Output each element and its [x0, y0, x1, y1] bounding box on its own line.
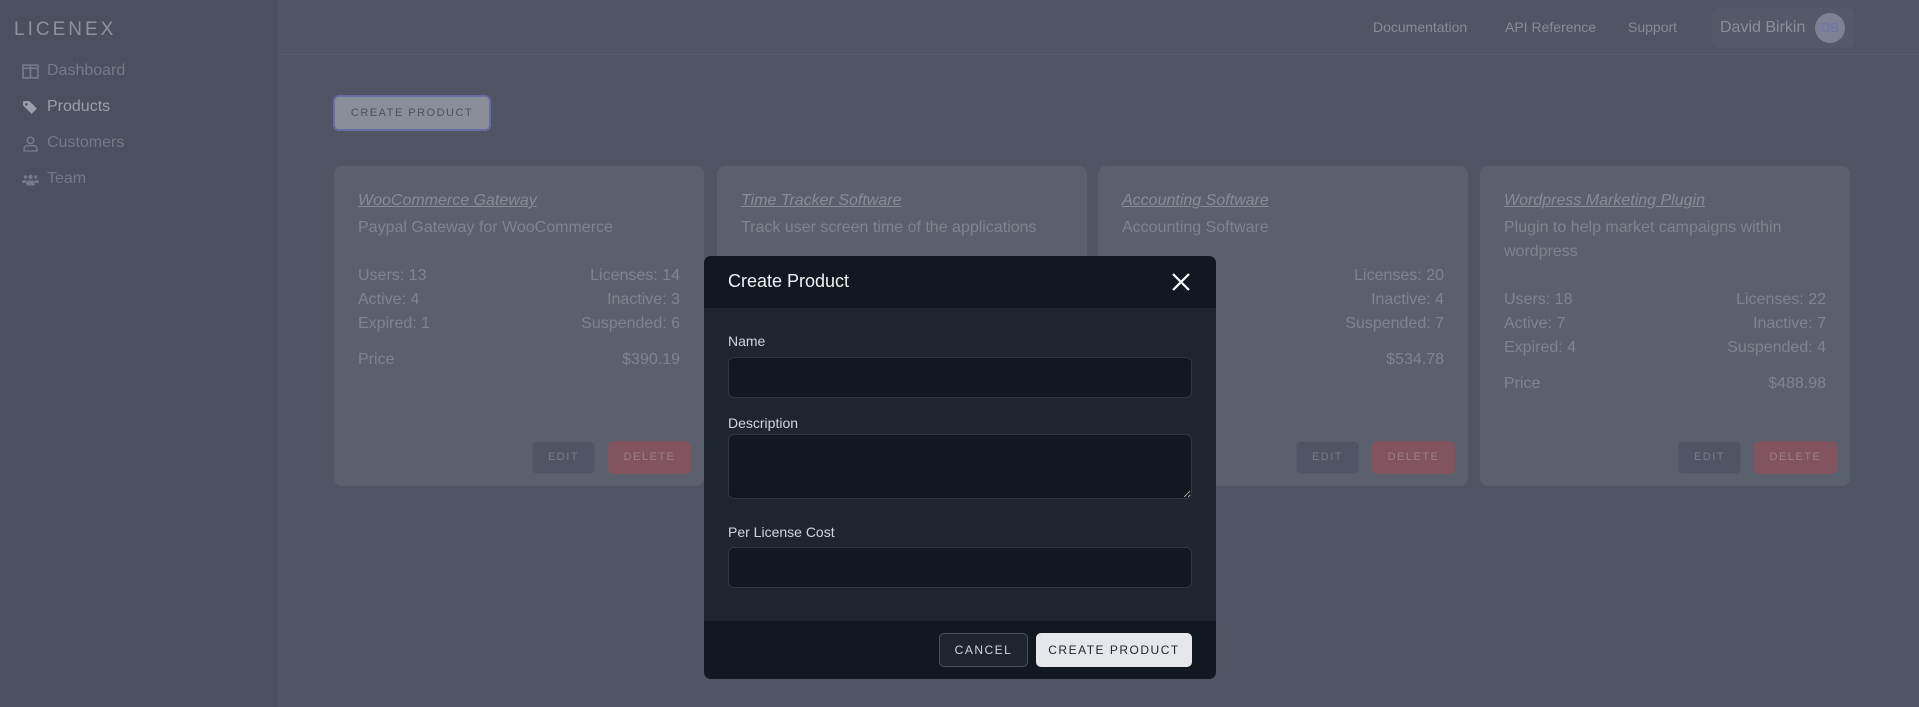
sidebar-item-label: Customers — [47, 134, 125, 151]
delete-button[interactable]: DELETE — [1372, 441, 1455, 474]
stats-row: Users: 13 Licenses: 14 — [358, 264, 680, 288]
stat-right: Licenses: 22 — [1736, 291, 1826, 308]
edit-button[interactable]: EDIT — [532, 441, 595, 474]
sidebar-item-products[interactable]: Products — [22, 98, 110, 116]
product-description: Paypal Gateway for WooCommerce — [358, 219, 613, 236]
stat-right: Inactive: 7 — [1753, 315, 1826, 332]
price-row: Price $488.98 — [1504, 372, 1826, 396]
sidebar-item-label: Team — [47, 170, 87, 187]
edit-button[interactable]: EDIT — [1678, 441, 1741, 474]
stat-left: Expired: 1 — [358, 315, 431, 332]
stat-right: Licenses: 20 — [1354, 267, 1444, 284]
stats-row: Expired: 1 Suspended: 6 — [358, 312, 680, 336]
stats-row: Active: 7 Inactive: 7 — [1504, 312, 1826, 336]
name-input[interactable] — [728, 357, 1192, 398]
product-card: Wordpress Marketing Plugin Plugin to hel… — [1480, 166, 1850, 486]
price-row: Price $390.19 — [358, 348, 680, 372]
stat-right: Suspended: 6 — [581, 315, 680, 332]
price-value: $390.19 — [622, 351, 680, 368]
product-stats: Users: 13 Licenses: 14 Active: 4 Inactive: … — [358, 264, 680, 372]
stat-right: Inactive: 4 — [1371, 291, 1444, 308]
product-description: Accounting Software — [1122, 219, 1269, 236]
description-textarea[interactable] — [728, 434, 1192, 499]
product-card: WooCommerce Gateway Paypal Gateway for W… — [334, 166, 704, 486]
product-name-link[interactable]: Wordpress Marketing Plugin — [1504, 192, 1705, 210]
stat-right: Suspended: 7 — [1345, 315, 1444, 332]
avatar: DB — [1815, 13, 1845, 43]
stat-right: Inactive: 3 — [607, 291, 680, 308]
stat-left: Users: 13 — [358, 267, 427, 284]
name-label: Name — [728, 333, 766, 349]
product-name-link[interactable]: WooCommerce Gateway — [358, 192, 537, 210]
cancel-button[interactable]: CANCEL — [939, 633, 1028, 667]
close-icon[interactable] — [1170, 271, 1192, 293]
product-description: Track user screen time of the applicatio… — [741, 219, 1037, 236]
per-license-cost-input[interactable] — [728, 547, 1192, 588]
logo: LICENEX — [14, 19, 117, 40]
stat-right: Licenses: 14 — [590, 267, 680, 284]
product-name-link[interactable]: Time Tracker Software — [741, 192, 901, 210]
modal-footer: CANCEL CREATE PRODUCT — [704, 621, 1216, 679]
sidebar-item-customers[interactable]: Customers — [22, 134, 124, 152]
edit-button[interactable]: EDIT — [1296, 441, 1359, 474]
price-label: Price — [358, 351, 395, 368]
per-license-cost-label: Per License Cost — [728, 524, 835, 540]
sidebar-item-label: Products — [47, 98, 111, 115]
create-product-submit-button[interactable]: CREATE PRODUCT — [1036, 633, 1192, 667]
modal-title: Create Product — [728, 271, 850, 291]
sidebar: LICENEX Dashboard Products Customers Tea… — [0, 0, 278, 707]
sidebar-item-dashboard[interactable]: Dashboard — [22, 62, 125, 80]
user-menu[interactable]: David Birkin DB — [1712, 8, 1854, 48]
documentation-link[interactable]: Documentation — [1373, 19, 1467, 35]
stats-row: Expired: 4 Suspended: 4 — [1504, 336, 1826, 360]
stats-row: Users: 18 Licenses: 22 — [1504, 288, 1826, 312]
create-product-modal: Create Product Name Description Per Lice… — [704, 256, 1216, 679]
description-label: Description — [728, 415, 799, 431]
product-stats: Users: 18 Licenses: 22 Active: 7 Inactive: … — [1504, 288, 1826, 396]
dashboard-icon — [22, 63, 39, 79]
product-description: Plugin to help market campaigns within w… — [1504, 219, 1782, 260]
delete-button[interactable]: DELETE — [608, 441, 691, 474]
price-label: Price — [1504, 375, 1541, 392]
api-reference-link[interactable]: API Reference — [1505, 19, 1596, 35]
stat-left: Expired: 4 — [1504, 339, 1577, 356]
tags-icon — [23, 100, 37, 114]
stats-row: Active: 4 Inactive: 3 — [358, 288, 680, 312]
user-name: David Birkin — [1720, 19, 1806, 36]
stat-left: Active: 7 — [1504, 315, 1566, 332]
sidebar-item-team[interactable]: Team — [22, 170, 86, 188]
user-icon — [23, 135, 38, 152]
sidebar-item-label: Dashboard — [47, 62, 126, 79]
stat-left: Active: 4 — [358, 291, 420, 308]
price-value: $488.98 — [1768, 375, 1826, 392]
stat-right: Suspended: 4 — [1727, 339, 1826, 356]
support-link[interactable]: Support — [1628, 19, 1677, 35]
delete-button[interactable]: DELETE — [1754, 441, 1837, 474]
product-name-link[interactable]: Accounting Software — [1122, 192, 1269, 210]
modal-header: Create Product — [704, 256, 1216, 308]
stat-left: Users: 18 — [1504, 291, 1573, 308]
price-value: $534.78 — [1386, 351, 1444, 368]
create-product-button[interactable]: CREATE PRODUCT — [333, 95, 491, 131]
users-icon — [22, 174, 39, 185]
